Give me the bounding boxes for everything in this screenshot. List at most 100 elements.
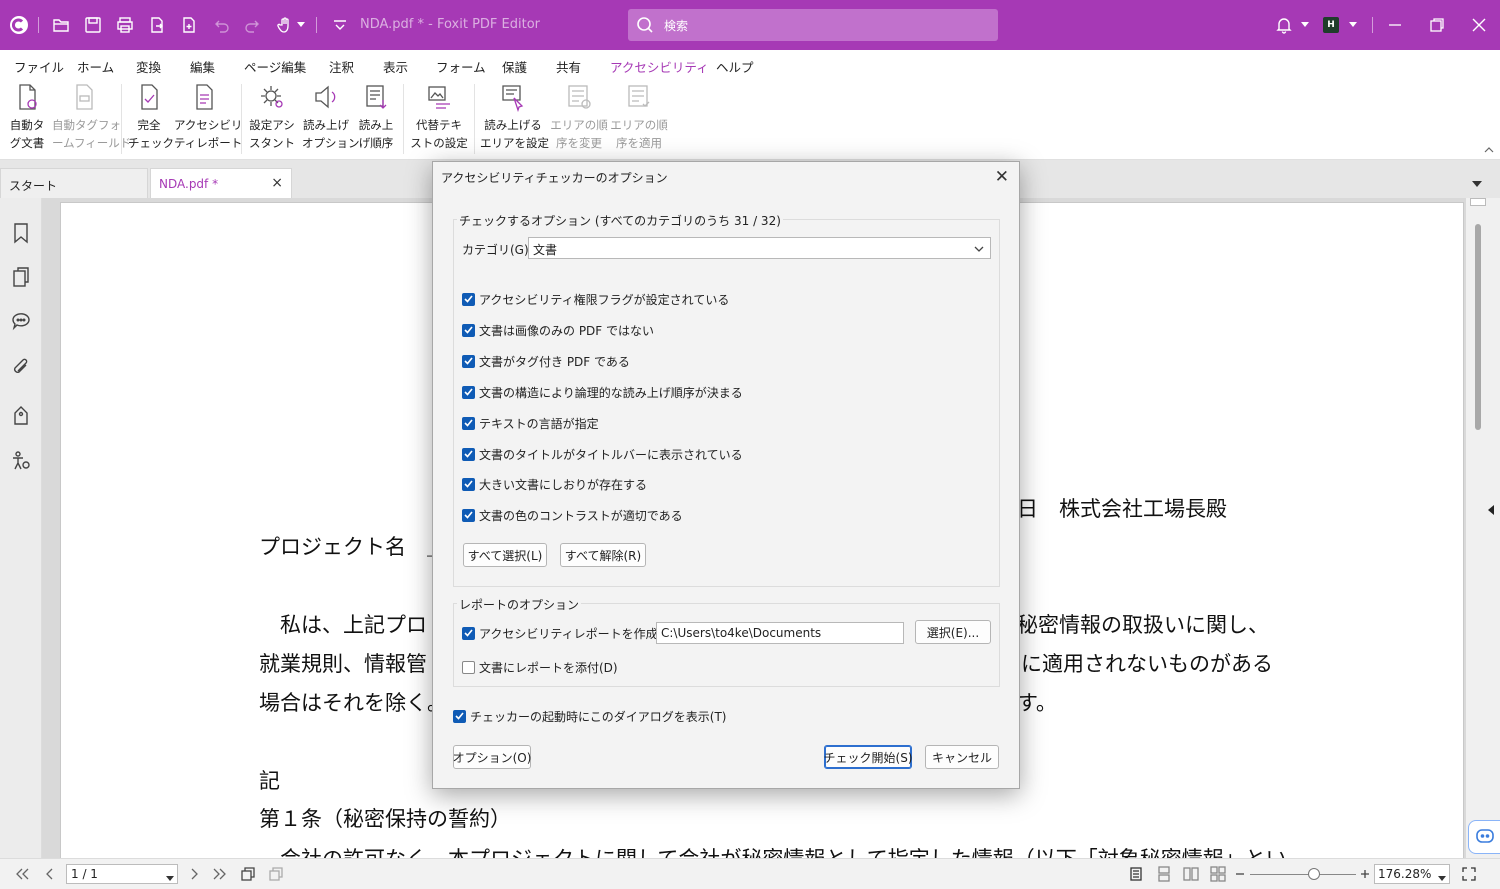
zoom-slider-handle[interactable] bbox=[1308, 868, 1320, 880]
close-tab-icon[interactable]: × bbox=[271, 175, 283, 191]
extract-page-icon[interactable] bbox=[240, 866, 256, 882]
chevron-down-icon[interactable] bbox=[1298, 14, 1312, 36]
chevron-down-icon[interactable] bbox=[1346, 14, 1360, 36]
category-select[interactable]: 文書 bbox=[528, 237, 991, 259]
fullscreen-icon[interactable] bbox=[1461, 866, 1477, 882]
save-icon[interactable] bbox=[82, 14, 104, 36]
collapse-right-panel-icon[interactable] bbox=[1488, 504, 1494, 518]
checkbox[interactable] bbox=[462, 508, 475, 522]
check-tagged-pdf[interactable]: 文書がタグ付き PDF である bbox=[462, 353, 630, 369]
setup-assistant-button[interactable]: 設定アシ スタント bbox=[248, 82, 296, 152]
accessibility-icon[interactable] bbox=[10, 450, 32, 472]
last-page-icon[interactable] bbox=[212, 866, 228, 882]
select-all-button[interactable]: すべて選択(L) bbox=[463, 543, 547, 567]
tab-list-dropdown-icon[interactable] bbox=[1472, 177, 1482, 191]
attachment-icon[interactable] bbox=[10, 356, 32, 378]
search-input[interactable]: 検索 bbox=[628, 9, 998, 41]
collapse-ribbon-icon[interactable] bbox=[1484, 143, 1494, 157]
tab-accessibility[interactable]: アクセシビリティ bbox=[610, 57, 709, 81]
options-button[interactable]: オプション(O) bbox=[453, 745, 531, 769]
check-logical-reading-order[interactable]: 文書の構造により論理的な読み上げ順序が決まる bbox=[462, 384, 743, 400]
change-area-order-button[interactable]: エリアの順 序を変更 bbox=[550, 82, 608, 152]
tab-edit[interactable]: 編集 bbox=[190, 57, 215, 76]
set-reading-area-button[interactable]: 読み上げる エリアを設定 bbox=[480, 82, 549, 152]
first-page-icon[interactable] bbox=[14, 866, 30, 882]
tab-protect[interactable]: 保護 bbox=[502, 57, 527, 76]
comments-icon[interactable] bbox=[10, 310, 32, 332]
tab-home[interactable]: ホーム bbox=[77, 57, 114, 76]
new-document-icon[interactable] bbox=[178, 14, 200, 36]
customize-toolbar-icon[interactable] bbox=[329, 14, 351, 36]
tab-share[interactable]: 共有 bbox=[556, 57, 581, 76]
insert-page-icon[interactable] bbox=[268, 866, 284, 882]
attach-report-option[interactable]: 文書にレポートを添付(D) bbox=[462, 659, 618, 675]
report-path-input[interactable]: C:\Users\to4ke\Documents bbox=[656, 622, 904, 644]
scrollbar-thumb[interactable] bbox=[1475, 224, 1481, 430]
checkbox[interactable] bbox=[462, 416, 475, 430]
check-permission-flag[interactable]: アクセシビリティ権限フラグが設定されている bbox=[462, 291, 729, 307]
alternate-text-button[interactable]: 代替テキ ストの設定 bbox=[410, 82, 468, 152]
check-not-image-only[interactable]: 文書は画像のみの PDF ではない bbox=[462, 322, 654, 338]
show-dialog-on-start-option[interactable]: チェッカーの起動時にこのダイアログを表示(T) bbox=[453, 708, 726, 724]
chevron-down-icon[interactable] bbox=[294, 14, 308, 36]
checkbox[interactable] bbox=[453, 709, 466, 723]
checkbox[interactable] bbox=[462, 323, 475, 337]
bookmark-icon[interactable] bbox=[10, 222, 32, 244]
accessibility-report-button[interactable]: アクセシビリ ティレポート bbox=[174, 82, 242, 152]
check-title-in-titlebar[interactable]: 文書のタイトルがタイトルバーに表示されている bbox=[462, 446, 743, 462]
reading-order-button[interactable]: 読み上 げ順序 bbox=[356, 82, 396, 152]
create-report-option[interactable]: アクセシビリティレポートを作成(B) bbox=[462, 625, 675, 641]
checkbox[interactable] bbox=[462, 354, 475, 368]
full-check-button[interactable]: 完全 チェック bbox=[128, 82, 174, 152]
tab-view[interactable]: 表示 bbox=[383, 57, 408, 76]
tab-file[interactable]: ファイル bbox=[14, 57, 64, 76]
notification-bell-icon[interactable] bbox=[1273, 14, 1295, 36]
read-out-loud-options-button[interactable]: 読み上げ オプション bbox=[302, 82, 360, 152]
check-text-language[interactable]: テキストの言語が指定 bbox=[462, 415, 599, 431]
checkbox[interactable] bbox=[462, 447, 475, 461]
page-number-field[interactable]: 1 / 1 bbox=[66, 864, 178, 884]
browse-button[interactable]: 選択(E)... bbox=[915, 620, 991, 644]
foxit-logo-icon[interactable] bbox=[8, 14, 30, 36]
tab-comment[interactable]: 注釈 bbox=[329, 57, 354, 76]
next-page-icon[interactable] bbox=[186, 866, 202, 882]
apply-area-order-button[interactable]: エリアの順 序を適用 bbox=[610, 82, 668, 152]
ai-assistant-icon[interactable] bbox=[1468, 820, 1500, 854]
hand-tool-icon[interactable] bbox=[274, 14, 296, 36]
undo-icon[interactable] bbox=[210, 14, 232, 36]
vertical-scrollbar[interactable] bbox=[1466, 198, 1500, 858]
tag-icon[interactable] bbox=[10, 404, 32, 426]
tab-nda-pdf[interactable]: NDA.pdf * × bbox=[150, 168, 292, 198]
close-dialog-icon[interactable]: ✕ bbox=[995, 167, 1009, 187]
deselect-all-button[interactable]: すべて解除(R) bbox=[560, 543, 646, 567]
two-page-continuous-icon[interactable] bbox=[1210, 866, 1226, 882]
checkbox[interactable] bbox=[462, 292, 475, 306]
close-window-icon[interactable] bbox=[1468, 14, 1490, 36]
pages-icon[interactable] bbox=[10, 266, 32, 288]
auto-tag-document-button[interactable]: 自動タ グ文書 bbox=[6, 82, 48, 152]
redo-icon[interactable] bbox=[242, 14, 264, 36]
open-folder-icon[interactable] bbox=[50, 14, 72, 36]
export-icon[interactable] bbox=[146, 14, 168, 36]
zoom-in-icon[interactable] bbox=[1357, 866, 1373, 882]
tab-start[interactable]: スタート bbox=[0, 168, 148, 198]
print-icon[interactable] bbox=[114, 14, 136, 36]
start-check-button[interactable]: チェック開始(S) bbox=[824, 745, 913, 769]
restore-icon[interactable] bbox=[1426, 14, 1448, 36]
check-color-contrast[interactable]: 文書の色のコントラストが適切である bbox=[462, 507, 683, 523]
zoom-slider[interactable] bbox=[1250, 874, 1356, 875]
auto-tag-form-field-button[interactable]: 自動タグフォ ームフィールド bbox=[52, 82, 131, 152]
checkbox[interactable] bbox=[462, 385, 475, 399]
tab-form[interactable]: フォーム bbox=[436, 57, 486, 76]
checkbox[interactable] bbox=[462, 660, 475, 674]
tab-convert[interactable]: 変換 bbox=[136, 57, 161, 76]
zoom-level-field[interactable]: 176.28% bbox=[1374, 864, 1450, 884]
checkbox[interactable] bbox=[462, 626, 475, 640]
previous-page-icon[interactable] bbox=[42, 866, 58, 882]
tab-page-organize[interactable]: ページ編集 bbox=[244, 57, 306, 76]
two-page-view-icon[interactable] bbox=[1183, 866, 1199, 882]
checkbox[interactable] bbox=[462, 477, 475, 491]
user-avatar[interactable]: H bbox=[1323, 17, 1339, 33]
zoom-out-icon[interactable] bbox=[1232, 866, 1248, 882]
single-page-view-icon[interactable] bbox=[1128, 866, 1144, 882]
